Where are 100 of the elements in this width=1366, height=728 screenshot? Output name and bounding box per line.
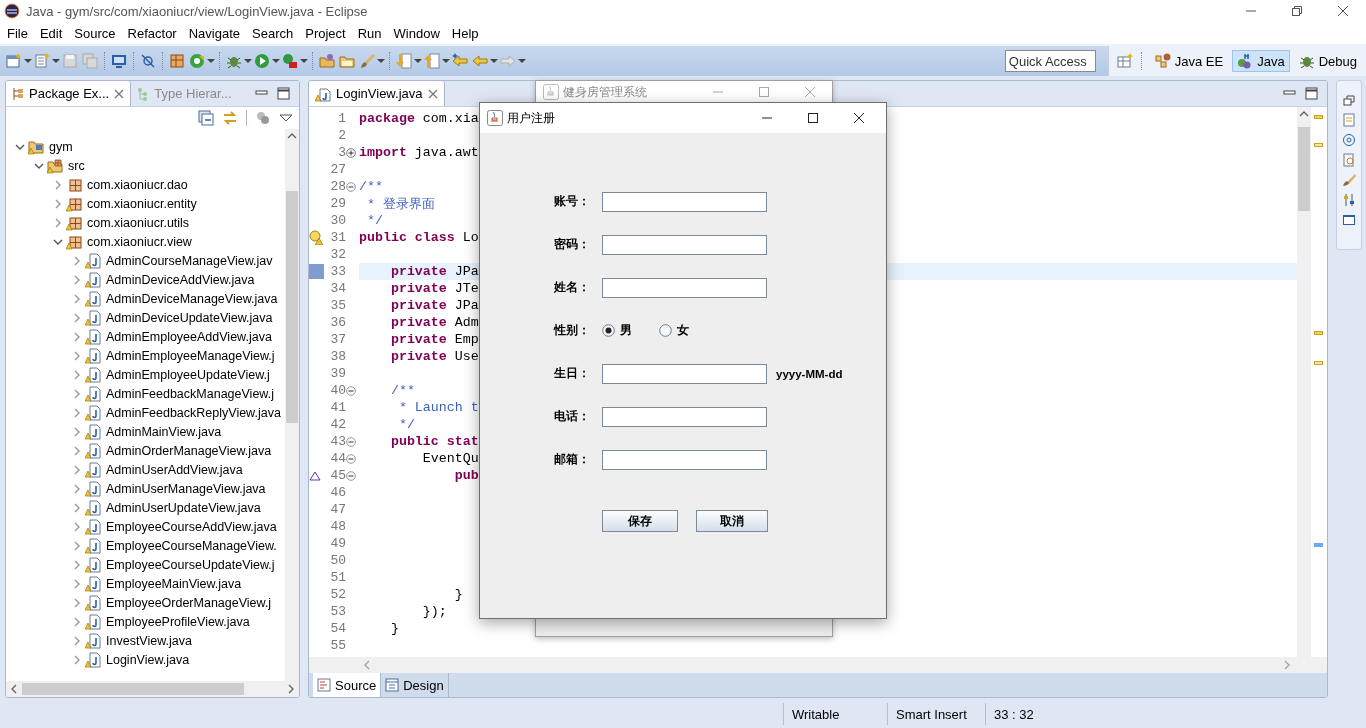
caret-icon[interactable] <box>300 58 308 64</box>
input-field[interactable] <box>602 406 767 427</box>
input-field[interactable] <box>602 191 767 212</box>
link-editor-icon[interactable] <box>222 110 238 126</box>
restore-icon[interactable] <box>1343 95 1355 107</box>
caret-icon[interactable] <box>52 58 60 64</box>
scroll-thumb[interactable] <box>1298 127 1310 211</box>
scrollbar[interactable] <box>1297 107 1311 657</box>
tree-item[interactable]: com.xiaoniucr.utils <box>87 215 190 230</box>
expand-fold-icon[interactable] <box>346 147 356 158</box>
maximize-icon[interactable] <box>277 86 291 101</box>
radio-button[interactable] <box>659 324 672 337</box>
search-doc-icon[interactable] <box>1342 153 1356 167</box>
task-icon[interactable] <box>1342 113 1356 127</box>
menu-item[interactable]: Run <box>351 25 388 41</box>
collapse-fold-icon[interactable] <box>346 181 356 192</box>
tree-item[interactable]: LoginView.java <box>106 652 190 667</box>
perspective-button[interactable]: Debug <box>1293 50 1362 72</box>
collapse-fold-icon[interactable] <box>346 453 356 464</box>
tree-item[interactable]: EmployeeCourseAddView.java <box>106 519 277 534</box>
close-icon[interactable] <box>114 88 125 99</box>
dialog-button[interactable]: 保存 <box>602 510 678 532</box>
at-sign-icon[interactable] <box>1342 133 1356 147</box>
tree-item[interactable]: AdminDeviceAddView.java <box>106 272 255 287</box>
maximize-icon[interactable] <box>1305 86 1319 101</box>
menu-item[interactable]: Navigate <box>182 25 246 41</box>
caret-icon[interactable] <box>414 58 422 64</box>
menu-item[interactable]: Help <box>445 25 485 41</box>
tree-item[interactable]: AdminUserAddView.java <box>106 462 243 477</box>
ruler-mark[interactable] <box>1314 361 1323 365</box>
menu-item[interactable]: Search <box>246 25 300 41</box>
tree-item[interactable]: gym <box>49 139 73 154</box>
tree-item[interactable]: AdminDeviceUpdateView.java <box>106 310 273 325</box>
collapse-all-icon[interactable] <box>198 110 214 126</box>
filter-icon[interactable] <box>255 110 271 126</box>
tree-item[interactable]: EmployeeOrderManageView.j <box>106 595 272 610</box>
radio-button[interactable] <box>602 324 615 337</box>
console-icon[interactable] <box>1342 213 1356 227</box>
radio-label[interactable]: 女 <box>677 322 689 339</box>
tree-item[interactable]: src <box>68 158 85 173</box>
tree-item[interactable]: AdminFeedbackManageView.j <box>106 386 274 401</box>
scrollbar[interactable] <box>309 657 1327 673</box>
editor-tab[interactable]: LoginView.java <box>309 81 445 106</box>
caret-icon[interactable] <box>24 58 32 64</box>
save-all-button[interactable] <box>80 50 100 72</box>
caret-icon[interactable] <box>244 58 252 64</box>
input-field[interactable] <box>602 234 767 255</box>
tree-item[interactable]: EmployeeProfileView.java <box>106 614 250 629</box>
perspective-button[interactable]: Java <box>1232 50 1290 72</box>
sliders-icon[interactable] <box>1342 193 1356 207</box>
ruler-mark[interactable] <box>1314 331 1323 335</box>
tree-item[interactable]: com.xiaoniucr.entity <box>87 196 197 211</box>
input-field[interactable] <box>602 449 767 470</box>
menu-item[interactable]: File <box>1 25 34 41</box>
tree-item[interactable]: AdminDeviceManageView.java <box>106 291 278 306</box>
tree-item[interactable]: InvestView.java <box>106 633 192 648</box>
tree-item[interactable]: AdminUserUpdateView.java <box>106 500 261 515</box>
menu-item[interactable]: Window <box>387 25 446 41</box>
collapse-fold-icon[interactable] <box>346 385 356 396</box>
brush-icon[interactable] <box>1342 173 1356 187</box>
scroll-thumb[interactable] <box>22 683 244 695</box>
view-tab[interactable]: Package Ex... <box>6 81 132 106</box>
tree-item[interactable]: AdminCourseManageView.jav <box>106 253 273 268</box>
caret-icon[interactable] <box>377 58 385 64</box>
editor-mode-tab[interactable]: Design <box>381 673 449 697</box>
tree-item[interactable]: AdminOrderManageView.java <box>106 443 272 458</box>
tree-item[interactable]: AdminEmployeeUpdateView.j <box>106 367 270 382</box>
caret-icon[interactable] <box>518 58 526 64</box>
tree-item[interactable]: AdminFeedbackReplyView.java <box>106 405 281 420</box>
scrollbar[interactable] <box>6 681 299 697</box>
tree-item[interactable]: com.xiaoniucr.view <box>87 234 192 249</box>
caret-icon[interactable] <box>490 58 498 64</box>
caret-icon[interactable] <box>272 58 280 64</box>
input-field[interactable] <box>602 277 767 298</box>
open-perspective-icon[interactable] <box>1116 53 1133 69</box>
radio-label[interactable]: 男 <box>620 322 632 339</box>
tree-item[interactable]: AdminEmployeeAddView.java <box>106 329 272 344</box>
menu-item[interactable]: Source <box>68 25 122 41</box>
dialog-button[interactable]: 取消 <box>696 510 768 532</box>
caret-icon[interactable] <box>207 58 215 64</box>
scrollbar[interactable] <box>285 129 299 681</box>
menu-item[interactable]: Refactor <box>121 25 183 41</box>
collapse-fold-icon[interactable] <box>346 470 356 481</box>
tree-item[interactable]: EmployeeMainView.java <box>106 576 242 591</box>
input-field[interactable] <box>602 363 767 384</box>
menu-item[interactable]: Project <box>299 25 352 41</box>
tree-item[interactable]: AdminEmployeeManageView.j <box>106 348 275 363</box>
ruler-mark[interactable] <box>1314 115 1323 119</box>
tree-item[interactable]: AdminUserManageView.java <box>106 481 266 496</box>
quick-access-field[interactable]: Quick Access <box>1004 50 1096 72</box>
scroll-thumb[interactable] <box>286 191 298 423</box>
ruler-mark[interactable] <box>1314 143 1323 147</box>
tree-item[interactable]: AdminMainView.java <box>106 424 222 439</box>
perspective-button[interactable]: Java EE <box>1149 50 1229 72</box>
tree-item[interactable]: com.xiaoniucr.dao <box>87 177 188 192</box>
view-menu-icon[interactable] <box>279 113 293 123</box>
caret-icon[interactable] <box>442 58 450 64</box>
tree-item[interactable]: EmployeeCourseUpdateView.j <box>106 557 275 572</box>
close-icon[interactable] <box>427 88 438 99</box>
tree-item[interactable]: EmployeeCourseManageView. <box>106 538 277 553</box>
